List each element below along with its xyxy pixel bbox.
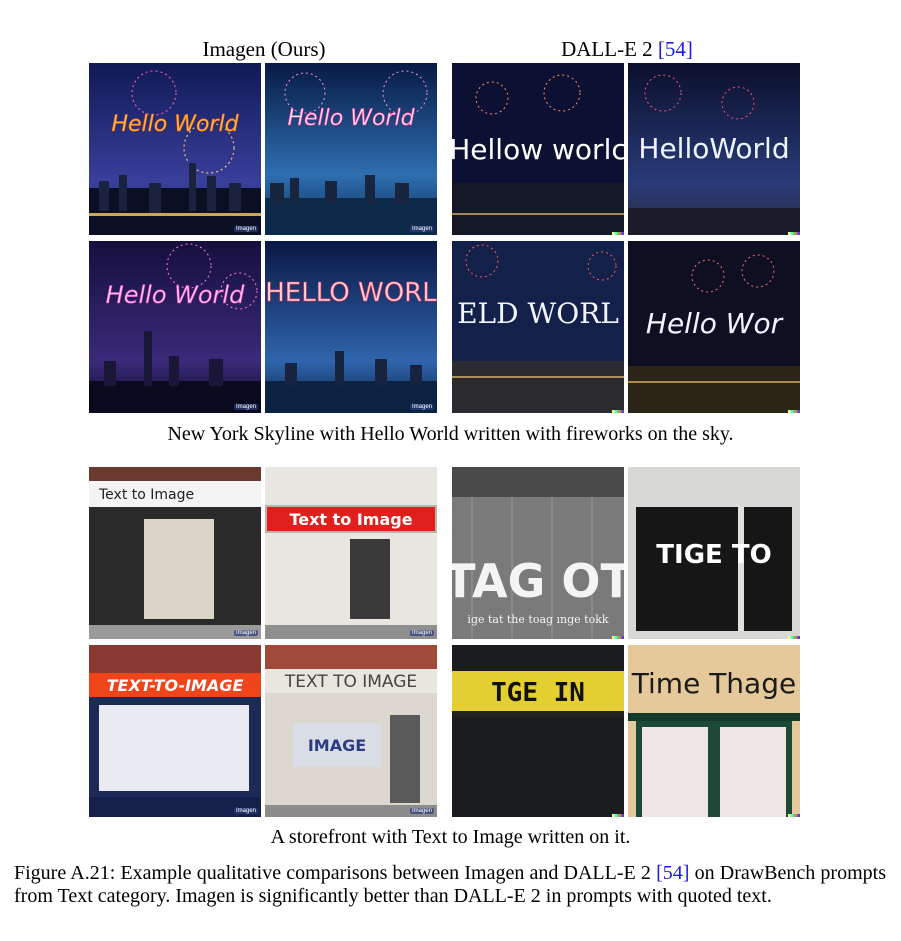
- imagen-fireworks-image-3: Hello World Imagen: [89, 241, 261, 413]
- dalle-fireworks-image-3: ELD WORL: [452, 241, 624, 413]
- generated-text: Hellow worlc: [452, 133, 624, 166]
- generated-text: Hello Wor: [646, 307, 784, 340]
- imagen-storefront-grid: Text to Image Imagen Text to Image Image…: [89, 467, 437, 817]
- imagen-column-header: Imagen (Ours): [202, 37, 326, 61]
- figure-caption-part-1: Figure A.21: Example qualitative compari…: [14, 862, 657, 884]
- generated-text: TEXT-TO-IMAGE: [107, 676, 244, 695]
- generated-text-line: ige tat the toag ınge tokk: [467, 613, 608, 626]
- storefront-scene: TGE IN: [452, 645, 624, 817]
- fireworks-scene: ELD WORL: [452, 241, 624, 413]
- storefront-scene: TEXT-TO-IMAGE: [89, 645, 261, 817]
- fireworks-scene: Hello World: [265, 63, 437, 235]
- imagen-storefront-image-2: Text to Image Imagen: [265, 467, 437, 639]
- imagen-storefront-image-1: Text to Image Imagen: [89, 467, 261, 639]
- storefront-scene: TIGE TO: [628, 467, 800, 639]
- fireworks-scene: HelloWorld: [628, 63, 800, 235]
- dalle-fireworks-image-1: Hellow worlc: [452, 63, 624, 235]
- fireworks-scene: Hello Wor: [628, 241, 800, 413]
- imagen-storefront-image-4: TEXT TO IMAGE IMAGE Imagen: [265, 645, 437, 817]
- generated-text: HelloWorld: [638, 132, 789, 165]
- imagen-watermark: Imagen: [409, 404, 434, 410]
- dalle-watermark: [612, 232, 624, 235]
- imagen-watermark: Imagen: [233, 630, 258, 636]
- figure-caption-citation[interactable]: [54]: [656, 862, 689, 884]
- imagen-fireworks-grid: Hello World Imagen Hello World Imagen He…: [89, 63, 437, 413]
- dalle-storefront-image-2: TIGE TO: [628, 467, 800, 639]
- dalle-fireworks-image-2: HelloWorld: [628, 63, 800, 235]
- dalle-header-text: DALL-E 2: [561, 37, 658, 61]
- generated-text: ELD WORL: [457, 297, 619, 330]
- dalle-fireworks-image-4: Hello Wor: [628, 241, 800, 413]
- generated-text: Text to Image: [289, 510, 412, 529]
- dalle-watermark: [612, 814, 624, 817]
- generated-text-window: IMAGE: [308, 736, 366, 755]
- dalle-watermark: [788, 636, 800, 639]
- generated-text: TIGE TO: [656, 540, 771, 570]
- generated-text: TAG OT: [452, 554, 624, 608]
- dalle-watermark: [788, 410, 800, 413]
- storefront-scene: TEXT TO IMAGE IMAGE: [265, 645, 437, 817]
- generated-text: TGE IN: [491, 678, 585, 708]
- imagen-watermark: Imagen: [409, 808, 434, 814]
- generated-text: Hello World: [111, 112, 239, 137]
- imagen-watermark: Imagen: [233, 226, 258, 232]
- dalle-fireworks-grid: Hellow worlc HelloWorld ELD WORL Hello W…: [452, 63, 800, 413]
- dalle-storefront-image-3: TGE IN: [452, 645, 624, 817]
- storefront-scene: Text to Image: [89, 467, 261, 639]
- dalle-storefront-image-4: Time Thage: [628, 645, 800, 817]
- generated-text: Hello World: [287, 106, 415, 131]
- imagen-fireworks-image-4: HELLO WORL Imagen: [265, 241, 437, 413]
- fireworks-scene: Hello World: [89, 63, 261, 235]
- generated-text: TEXT TO IMAGE: [284, 672, 417, 692]
- dalle-watermark: [788, 232, 800, 235]
- dalle-watermark: [788, 814, 800, 817]
- panel-2-caption: A storefront with Text to Image written …: [270, 826, 631, 848]
- fireworks-scene: Hello World: [89, 241, 261, 413]
- imagen-fireworks-image-1: Hello World Imagen: [89, 63, 261, 235]
- imagen-watermark: Imagen: [233, 404, 258, 410]
- fireworks-scene: Hellow worlc: [452, 63, 624, 235]
- figure-caption: Figure A.21: Example qualitative compari…: [14, 862, 886, 908]
- dalle-header-citation[interactable]: [54]: [658, 37, 693, 61]
- imagen-watermark: Imagen: [233, 808, 258, 814]
- imagen-watermark: Imagen: [409, 226, 434, 232]
- generated-text: Time Thage: [631, 667, 796, 700]
- storefront-scene: Text to Image: [265, 467, 437, 639]
- dalle-watermark: [612, 410, 624, 413]
- imagen-fireworks-image-2: Hello World Imagen: [265, 63, 437, 235]
- panel-1-caption: New York Skyline with Hello World writte…: [167, 423, 734, 445]
- dalle-storefront-image-1: TAG OT ige tat the toag ınge tokk: [452, 467, 624, 639]
- generated-text: HELLO WORL: [265, 278, 437, 308]
- dalle-storefront-grid: TAG OT ige tat the toag ınge tokk TIGE T…: [452, 467, 800, 817]
- fireworks-scene: HELLO WORL: [265, 241, 437, 413]
- imagen-storefront-image-3: TEXT-TO-IMAGE Imagen: [89, 645, 261, 817]
- storefront-scene: TAG OT ige tat the toag ınge tokk: [452, 467, 624, 639]
- storefront-scene: Time Thage: [628, 645, 800, 817]
- dalle-column-header: DALL-E 2 [54]: [452, 36, 802, 62]
- imagen-watermark: Imagen: [409, 630, 434, 636]
- generated-text: Hello World: [106, 281, 245, 309]
- dalle-watermark: [612, 636, 624, 639]
- generated-text: Text to Image: [98, 487, 194, 503]
